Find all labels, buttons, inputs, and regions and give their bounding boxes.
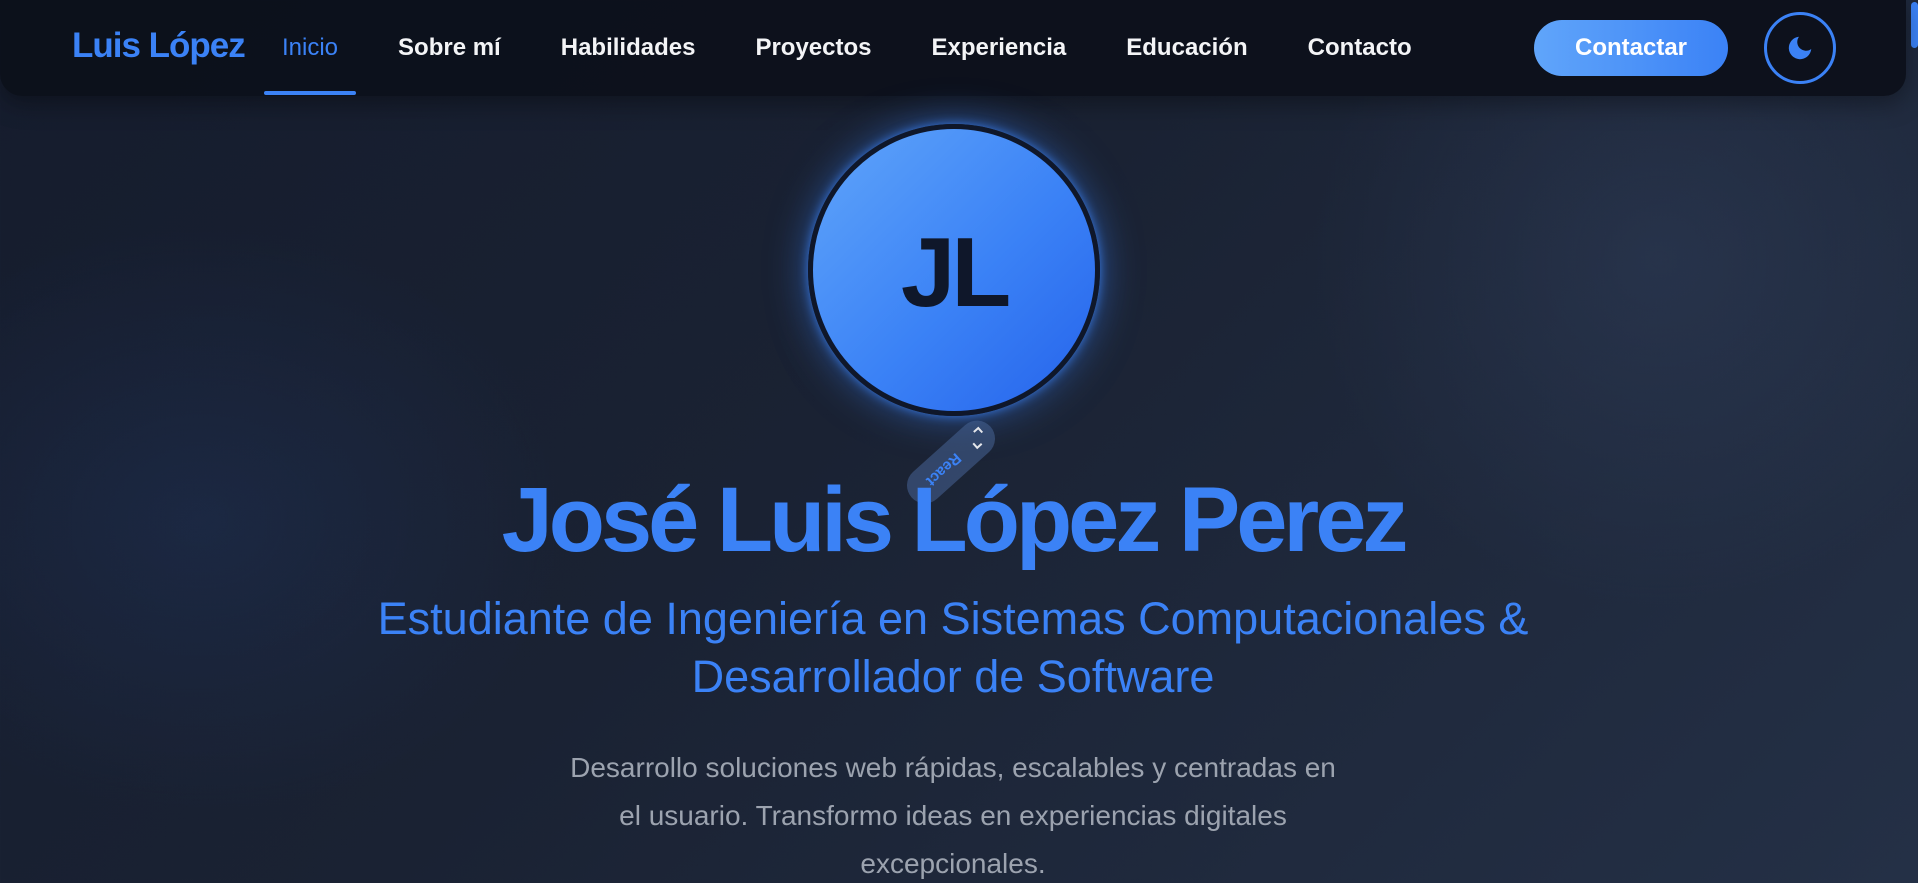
contact-button[interactable]: Contactar — [1534, 20, 1728, 76]
nav-links: Inicio Sobre mí Habilidades Proyectos Ex… — [263, 0, 1472, 96]
nav-link-habilidades[interactable]: Habilidades — [561, 34, 696, 62]
nav-link-contacto[interactable]: Contacto — [1308, 34, 1412, 62]
moon-icon — [1788, 36, 1812, 60]
navbar: Luis López Inicio Sobre mí Habilidades P… — [0, 0, 1906, 96]
nav-link-proyectos[interactable]: Proyectos — [755, 34, 871, 62]
nav-link-educacion[interactable]: Educación — [1126, 34, 1247, 62]
site-logo[interactable]: Luis López — [72, 26, 246, 66]
nav-link-experiencia[interactable]: Experiencia — [932, 34, 1067, 62]
nav-link-sobre-mi[interactable]: Sobre mí — [398, 34, 501, 62]
hero-description: Desarrollo soluciones web rápidas, escal… — [500, 744, 1406, 883]
hero-description-line: excepcionales. — [860, 848, 1046, 879]
expand-icon — [972, 426, 984, 450]
hero-subtitle-line: Estudiante de Ingeniería en Sistemas Com… — [377, 593, 1529, 644]
scrollbar-thumb[interactable] — [1911, 2, 1918, 48]
theme-toggle-button[interactable] — [1764, 12, 1836, 84]
nav-link-inicio[interactable]: Inicio — [263, 34, 357, 95]
hero-name: José Luis López Perez — [501, 469, 1409, 571]
avatar-initials: JL — [900, 216, 1011, 327]
hero-subtitle: Estudiante de Ingeniería en Sistemas Com… — [300, 590, 1606, 706]
hero-description-line: el usuario. Transformo ideas en experien… — [619, 800, 1287, 831]
hero-subtitle-line: Desarrollador de Software — [691, 651, 1215, 702]
hero-description-line: Desarrollo soluciones web rápidas, escal… — [570, 752, 1336, 783]
avatar: JL — [808, 124, 1100, 416]
